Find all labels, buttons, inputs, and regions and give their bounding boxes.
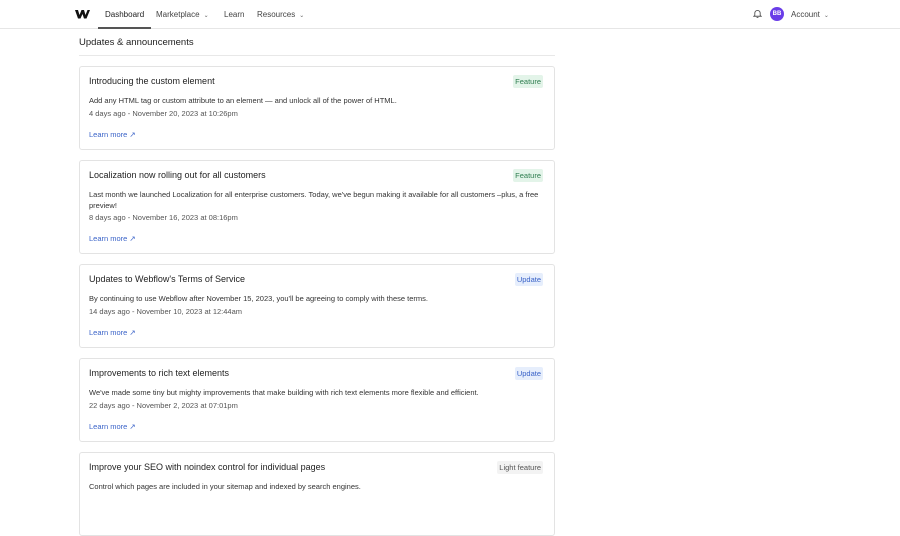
announcement-card: Improve your SEO with noindex control fo… [79, 452, 555, 536]
learn-more-link[interactable]: Learn more ↗ [89, 328, 136, 337]
card-description: Add any HTML tag or custom attribute to … [89, 96, 397, 105]
page-title: Updates & announcements [79, 37, 194, 48]
nav-learn[interactable]: Learn [224, 0, 244, 29]
status-badge: Feature [513, 169, 543, 182]
account-label: Account [791, 10, 820, 19]
announcement-card: Localization now rolling out for all cus… [79, 160, 555, 254]
card-title: Improve your SEO with noindex control fo… [89, 462, 326, 472]
card-date: 4 days ago - November 20, 2023 at 10:26p… [89, 109, 238, 118]
avatar[interactable]: BB [770, 7, 784, 21]
divider [79, 55, 555, 56]
nav-marketplace[interactable]: Marketplace ⌄ [156, 0, 209, 29]
card-date: 22 days ago - November 2, 2023 at 07:01p… [89, 401, 238, 410]
chevron-down-icon: ⌄ [203, 13, 209, 19]
nav-dashboard[interactable]: Dashboard [98, 0, 152, 29]
card-date: 14 days ago - November 10, 2023 at 12:44… [89, 307, 243, 316]
announcement-card: Updates to Webflow's Terms of Service Up… [79, 264, 555, 348]
nav-marketplace-label: Marketplace [156, 10, 200, 19]
card-title: Updates to Webflow's Terms of Service [89, 274, 245, 284]
card-description: By continuing to use Webflow after Novem… [89, 294, 428, 303]
status-badge: Feature [513, 75, 543, 88]
webflow-logo-icon[interactable] [75, 9, 90, 19]
status-badge: Update [514, 367, 543, 380]
card-title: Localization now rolling out for all cus… [89, 170, 266, 180]
announcement-card: Improvements to rich text elements Updat… [79, 358, 555, 442]
card-description: Last month we launched Localization for … [89, 190, 539, 210]
bell-icon[interactable] [753, 9, 762, 19]
announcement-card: Introducing the custom element Feature A… [79, 66, 555, 150]
nav-resources[interactable]: Resources ⌄ [257, 0, 304, 29]
learn-more-link[interactable]: Learn more ↗ [89, 234, 136, 243]
nav-resources-label: Resources [257, 10, 296, 19]
card-title: Improvements to rich text elements [89, 368, 230, 378]
card-description: We've made some tiny but mighty improvem… [89, 388, 479, 397]
card-description: Control which pages are included in your… [89, 482, 361, 491]
status-badge: Update [514, 273, 543, 286]
status-badge: Light feature [497, 461, 543, 474]
card-title: Introducing the custom element [89, 76, 215, 86]
chevron-down-icon: ⌄ [823, 13, 829, 19]
account-menu[interactable]: Account ⌄ [791, 0, 829, 31]
card-date: 8 days ago - November 16, 2023 at 08:16p… [89, 213, 238, 222]
top-nav: Dashboard Marketplace ⌄ Learn Resources ⌄ … [0, 0, 900, 29]
learn-more-link[interactable]: Learn more ↗ [89, 130, 136, 139]
chevron-down-icon: ⌄ [299, 13, 305, 19]
learn-more-link[interactable]: Learn more ↗ [89, 422, 136, 431]
